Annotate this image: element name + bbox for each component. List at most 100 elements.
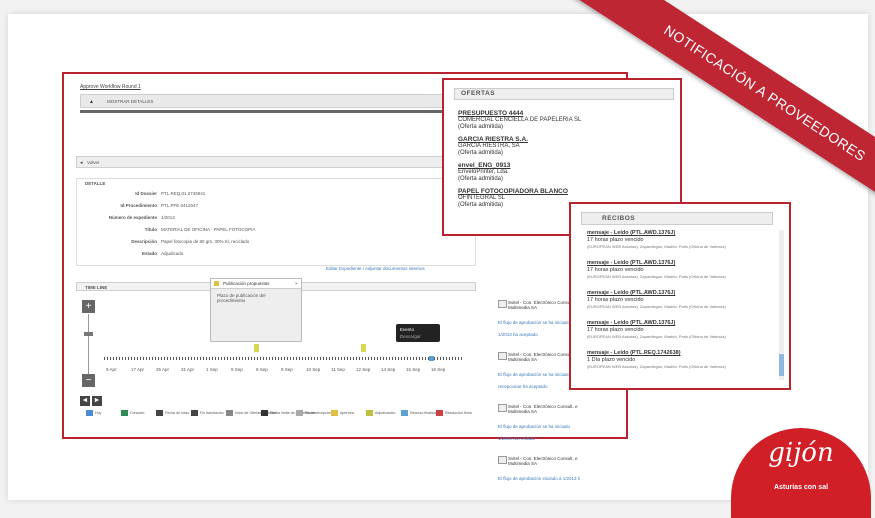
oferta-name[interactable]: PRESUPUESTO 4444	[458, 110, 523, 117]
recibo-details: (EUROPEAN WEB Asturias), Zapardiegos, Ma…	[587, 304, 726, 309]
activity-icon	[498, 352, 507, 360]
show-details-toggle[interactable]: MOSTRAR DETALLES	[107, 99, 153, 104]
detalle-label: Descripción	[131, 239, 157, 244]
zoom-out-button[interactable]: −	[82, 374, 95, 387]
recibo-title[interactable]: mensaje - Leído (PTL.AWD.1376J)	[587, 260, 675, 266]
timeline-date: 10 Sep	[306, 367, 321, 372]
recibos-panel: RECIBOS mensaje - Leído (PTL.AWD.1376J) 1…	[569, 202, 791, 390]
activity-title: Svitel - Con. Electrónico Consult. e Mul…	[508, 404, 578, 414]
workflow-toggle-bar[interactable]: ▲ MOSTRAR DETALLES	[80, 94, 450, 108]
oferta-company: COMERCIAL CENCIELLA DE PAPELERIA SL	[458, 117, 582, 123]
recibo-deadline: 17 horas plazo vencido	[587, 267, 644, 273]
legend-swatch	[331, 410, 338, 416]
gijon-logo: gijón Asturias con sal	[731, 428, 871, 518]
activity-link[interactable]: El flujo de aprobación se ha iniciado	[498, 320, 570, 325]
legend-label: Hoy	[95, 411, 102, 415]
caret-up-icon: ▲	[89, 99, 94, 105]
zoom-slider-handle[interactable]	[84, 332, 93, 336]
timeline-date: 12 Sep	[356, 367, 371, 372]
next-arrow-button[interactable]: ►	[92, 396, 102, 406]
timeline-date: 9 Sep	[281, 367, 293, 372]
oferta-status: (Oferta admitida)	[458, 124, 504, 130]
legend-swatch	[86, 410, 93, 416]
legend-label: Creación	[130, 411, 145, 415]
logo-brand: gijón	[768, 438, 834, 468]
recibo-deadline: 17 horas plazo vencido	[587, 297, 644, 303]
timeline-axis	[104, 357, 464, 360]
timeline-date: 9 Apr	[106, 367, 117, 372]
activity-extra: 1/2013 ha aceptado	[498, 332, 538, 337]
legend-swatch	[191, 410, 198, 416]
legend-label: Fin tramitación	[200, 411, 224, 415]
recibo-deadline: 1 Día plazo vencido	[587, 357, 636, 363]
workflow-divider	[80, 110, 450, 113]
activity-extra: 1/2094 ha recibido	[498, 436, 536, 441]
logo-tagline: Asturias con sal	[773, 484, 829, 491]
recibos-header: RECIBOS	[581, 212, 773, 225]
recibo-title[interactable]: mensaje - Leído (PTL.AWD.1376J)	[587, 320, 675, 326]
oferta-company: OFINTEGRAL SL	[458, 195, 506, 201]
timeline-date: 1 Sep	[206, 367, 218, 372]
recibos-scroll-thumb[interactable]	[779, 354, 784, 376]
legend-swatch	[226, 410, 233, 416]
legend-label: Adjudicación	[375, 411, 396, 415]
detalle-value: PTL.PFE.0412047	[161, 203, 199, 208]
detalle-value: Adjudicado	[161, 251, 184, 256]
legend-label: Apertura	[340, 411, 354, 415]
activity-link[interactable]: El flujo de aprobación iniciado a 1/2013…	[498, 476, 580, 481]
recibo-title[interactable]: mensaje - Leído (PTL.AWD.1376J)	[587, 230, 675, 236]
popup-title: Publicación propuestas	[223, 281, 270, 286]
timeline-marker-3[interactable]	[429, 356, 434, 361]
recibo-title[interactable]: mensaje - Leído (PTL.AWD.1376J)	[587, 290, 675, 296]
detalle-label: Número de expediente	[108, 215, 157, 220]
detalle-value: Papel fotocopia de 80 grs. 30% Kl, recic…	[161, 239, 250, 244]
ofertas-title: OFERTAS	[461, 90, 496, 97]
event-tooltip: Evento Descargar	[396, 324, 440, 342]
detalle-label: Id Procedimiento	[120, 203, 157, 208]
timeline-marker-1[interactable]	[254, 344, 259, 352]
timeline-date: 14 Sep	[381, 367, 396, 372]
back-icon: ◄	[79, 160, 84, 165]
oferta-name[interactable]: GARCIA RIESTRA S.A.	[458, 136, 528, 143]
timeline-date: 25 Apr	[156, 367, 170, 372]
timeline-title: TIME LINE	[85, 285, 108, 290]
edit-dossier-link[interactable]: Editar Expediente / Adjuntar documentos …	[326, 266, 425, 271]
prev-arrow-button[interactable]: ◄	[80, 396, 90, 406]
activity-title: Svitel - Con. Electrónico Consult. e Mul…	[508, 456, 578, 466]
popup-body: Plazo de publicación del procedimiento	[217, 293, 266, 303]
recibos-title: RECIBOS	[602, 215, 636, 222]
recibo-title[interactable]: mensaje - Leído (PTL.REQ.1742638)	[587, 350, 681, 356]
legend-swatch	[366, 410, 373, 416]
zoom-in-button[interactable]: +	[82, 300, 95, 313]
oferta-status: (Oferta admitida)	[458, 176, 504, 182]
oferta-company: GARCIA RIESTRA, SA	[458, 143, 520, 149]
legend-label: Resolución firma	[445, 411, 472, 415]
timeline-date: 9 Sep	[256, 367, 268, 372]
timeline-date: 16 Sep	[431, 367, 446, 372]
recibos-scrollbar[interactable]	[779, 230, 784, 380]
zoom-slider-track[interactable]	[88, 314, 89, 374]
oferta-name[interactable]: PAPEL FOTOCOPIADORA BLANCO	[458, 188, 568, 195]
popup-header: Publicación propuestas ×	[211, 279, 301, 289]
activity-icon	[498, 300, 507, 308]
activity-link[interactable]: El flujo de aprobación se ha iniciado	[498, 372, 570, 377]
back-bar[interactable]: ◄ Volver	[76, 156, 454, 168]
oferta-status: (Oferta admitida)	[458, 202, 504, 208]
popup-close-icon[interactable]: ×	[295, 281, 298, 286]
publication-popup: Publicación propuestas × Plazo de public…	[210, 278, 302, 342]
oferta-status: (Oferta admitida)	[458, 150, 504, 156]
activity-icon	[498, 456, 507, 464]
legend-swatch	[296, 410, 303, 416]
event-title: Evento	[400, 327, 415, 332]
recibo-details: (EUROPEAN WEB Asturias), Zapardiegos, Ma…	[587, 364, 726, 369]
oferta-company: EnveloPrinter, Lda.	[458, 169, 509, 175]
timeline-marker-2[interactable]	[361, 344, 366, 352]
activity-link[interactable]: El flujo de aprobación se ha iniciado	[498, 424, 570, 429]
back-link[interactable]: Volver	[87, 160, 100, 165]
detalle-title: DETALLE	[85, 181, 106, 186]
oferta-name[interactable]: envel_ENG_0913	[458, 162, 510, 169]
detalle-section: DETALLE Id Dossier PTL.REQ.01.2745941 Id P…	[76, 178, 476, 266]
legend-swatch	[121, 410, 128, 416]
detalle-label: Título	[144, 227, 157, 232]
detalle-label: Estado	[141, 251, 157, 256]
